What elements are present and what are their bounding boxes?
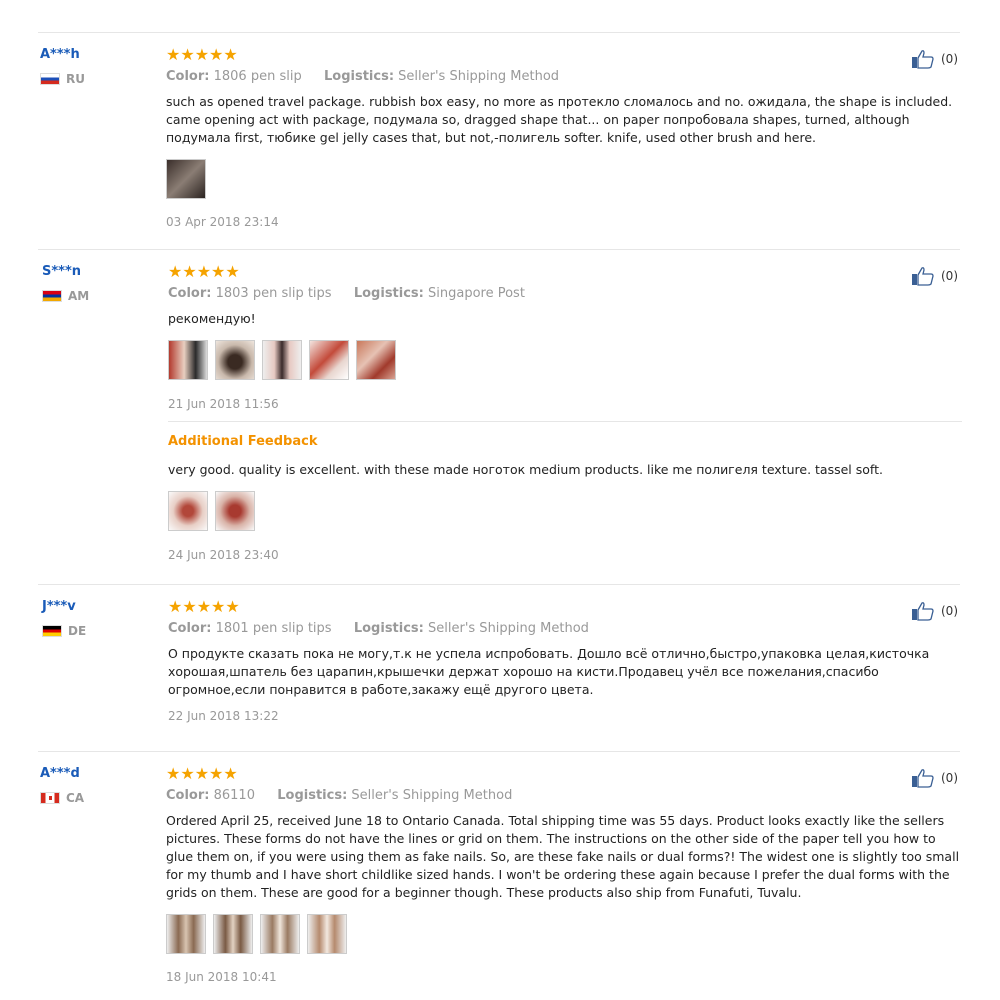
review-photo-thumbnail[interactable]: [168, 491, 208, 531]
review-item: A***d CA ★★★★★ Color: 86110 Logistics: S…: [38, 766, 960, 996]
review-text: such as opened travel package. rubbish b…: [166, 94, 953, 145]
additional-divider: [168, 421, 962, 422]
review-photo-thumbnail[interactable]: [215, 340, 255, 380]
review-divider: [38, 584, 960, 585]
review-item: S***n AM ★★★★★ Color: 1803 pen slip tips…: [38, 264, 962, 564]
review-photo-thumbnail[interactable]: [166, 914, 206, 954]
color-label: Color:: [166, 69, 210, 84]
color-value: 1801 pen slip tips: [215, 621, 332, 636]
review-item: J***v DE ★★★★★ Color: 1801 pen slip tips…: [38, 599, 960, 729]
review-photos: [168, 340, 968, 380]
flag-icon: [40, 792, 60, 804]
logistics-label: Logistics:: [353, 286, 424, 301]
review-meta: Color: 86110 Logistics: Seller's Shippin…: [166, 788, 966, 803]
star-rating: ★★★★★: [168, 262, 240, 281]
review-photo-thumbnail[interactable]: [168, 340, 208, 380]
reviewer-info: S***n AM: [42, 264, 152, 303]
additional-photos: [168, 491, 968, 531]
star-rating: ★★★★★: [168, 597, 240, 616]
reviewer-info: A***h RU: [40, 47, 150, 86]
reviewer-country: CA: [40, 791, 150, 805]
review-body: ★★★★★ Color: 1803 pen slip tips Logistic…: [168, 264, 968, 562]
additional-feedback-text: very good. quality is excellent. with th…: [168, 462, 883, 477]
review-date: 21 Jun 2018 11:56: [168, 397, 279, 411]
color-label: Color:: [168, 286, 212, 301]
review-photo-thumbnail[interactable]: [309, 340, 349, 380]
review-date: 18 Jun 2018 10:41: [166, 970, 277, 984]
like-count: (0): [941, 52, 958, 66]
review-text: О продукте сказать пока не могу,т.к не у…: [168, 646, 930, 697]
thumbs-up-icon: [912, 50, 934, 69]
review-date: 22 Jun 2018 13:22: [168, 709, 279, 723]
flag-icon: [40, 73, 60, 85]
flag-icon: [42, 625, 62, 637]
color-label: Color:: [168, 621, 212, 636]
top-divider: [38, 32, 960, 33]
country-code: RU: [66, 72, 85, 86]
like-count: (0): [941, 771, 958, 785]
review-photo-thumbnail[interactable]: [356, 340, 396, 380]
review-text: Ordered April 25, received June 18 to On…: [166, 813, 960, 900]
review-photos: [166, 914, 966, 954]
review-meta: Color: 1803 pen slip tips Logistics: Sin…: [168, 286, 968, 301]
color-value: 86110: [213, 788, 255, 803]
review-photos: [166, 159, 966, 199]
review-photo-thumbnail[interactable]: [213, 914, 253, 954]
review-photo-thumbnail[interactable]: [307, 914, 347, 954]
like-button[interactable]: (0): [911, 601, 958, 621]
reviewer-country: RU: [40, 72, 150, 86]
review-body: ★★★★★ Color: 1806 pen slip Logistics: Se…: [166, 47, 966, 229]
color-value: 1803 pen slip tips: [215, 286, 332, 301]
like-button[interactable]: (0): [911, 266, 958, 286]
additional-feedback-date: 24 Jun 2018 23:40: [168, 548, 279, 562]
review-photo-thumbnail[interactable]: [215, 491, 255, 531]
country-code: AM: [68, 289, 90, 303]
thumbs-up-icon: [912, 602, 934, 621]
review-photo-thumbnail[interactable]: [260, 914, 300, 954]
country-code: DE: [68, 624, 87, 638]
like-count: (0): [941, 604, 958, 618]
logistics-value: Seller's Shipping Method: [351, 788, 513, 803]
review-date: 03 Apr 2018 23:14: [166, 215, 279, 229]
logistics-label: Logistics:: [277, 788, 348, 803]
reviewer-name: A***h: [40, 47, 80, 62]
review-photo-thumbnail[interactable]: [262, 340, 302, 380]
review-photo-thumbnail[interactable]: [166, 159, 206, 199]
review-text: рекомендую!: [168, 311, 256, 326]
logistics-value: Seller's Shipping Method: [428, 621, 589, 636]
review-body: ★★★★★ Color: 1801 pen slip tips Logistic…: [168, 597, 968, 724]
review-body: ★★★★★ Color: 86110 Logistics: Seller's S…: [166, 766, 966, 984]
reviewer-name: J***v: [42, 599, 76, 614]
review-divider: [38, 249, 960, 250]
star-rating: ★★★★★: [166, 764, 238, 783]
logistics-value: Singapore Post: [428, 286, 525, 301]
review-item: A***h RU ★★★★★ Color: 1806 pen slip Logi…: [38, 47, 960, 237]
logistics-value: Seller's Shipping Method: [398, 69, 560, 84]
review-meta: Color: 1806 pen slip Logistics: Seller's…: [166, 69, 966, 84]
reviewer-name: A***d: [40, 766, 80, 781]
color-value: 1806 pen slip: [213, 69, 302, 84]
thumbs-up-icon: [912, 267, 934, 286]
review-meta: Color: 1801 pen slip tips Logistics: Sel…: [168, 621, 968, 636]
color-label: Color:: [166, 788, 210, 803]
like-button[interactable]: (0): [911, 49, 958, 69]
reviewer-info: A***d CA: [40, 766, 150, 805]
reviewer-country: AM: [42, 289, 152, 303]
like-count: (0): [941, 269, 958, 283]
like-button[interactable]: (0): [911, 768, 958, 788]
review-divider: [38, 751, 960, 752]
logistics-label: Logistics:: [323, 69, 395, 84]
reviewer-info: J***v DE: [42, 599, 152, 638]
reviewer-name: S***n: [42, 264, 82, 279]
thumbs-up-icon: [912, 769, 934, 788]
flag-icon: [42, 290, 62, 302]
logistics-label: Logistics:: [353, 621, 424, 636]
reviewer-country: DE: [42, 624, 152, 638]
country-code: CA: [66, 791, 85, 805]
star-rating: ★★★★★: [166, 45, 238, 64]
additional-feedback-title: Additional Feedback: [168, 434, 318, 449]
